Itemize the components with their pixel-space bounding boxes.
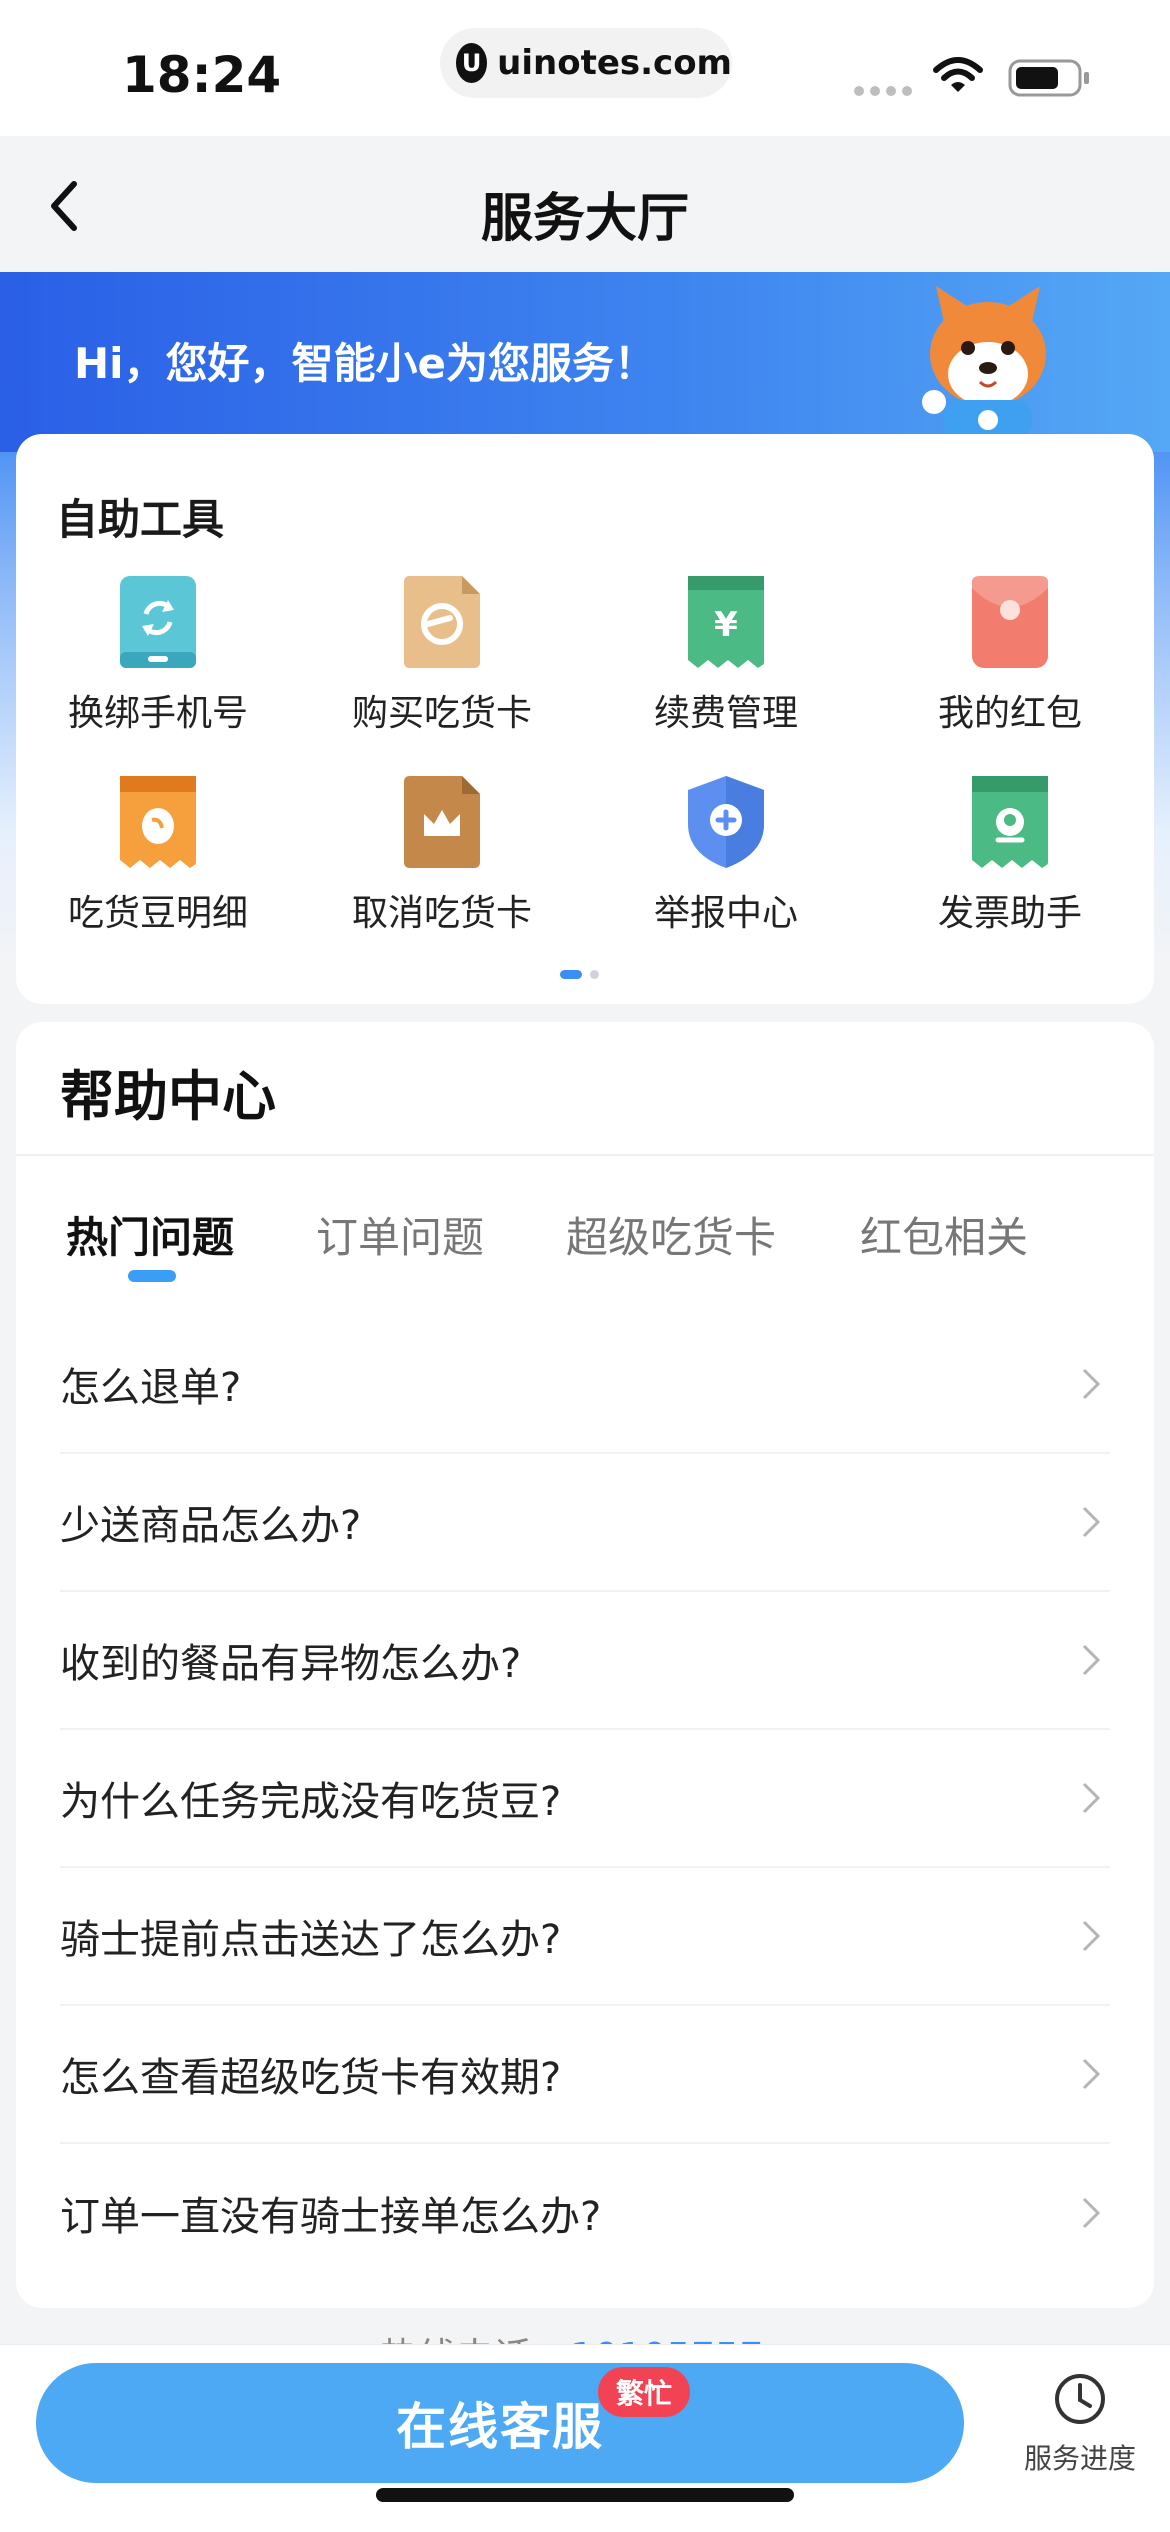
tool-cancel-card[interactable]: 取消吃货卡 [322,774,562,954]
tab-hot-questions[interactable]: 热门问题 [66,1204,234,1265]
battery-icon [1008,59,1089,97]
status-bar: 18:24 U uinotes.com [0,0,1170,136]
tab-super-card[interactable]: 超级吃货卡 [566,1204,776,1265]
tool-label: 购买吃货卡 [351,693,532,734]
cancel-card-icon [404,776,480,868]
tool-renewal[interactable]: ¥ 续费管理 [606,574,846,754]
faq-question: 订单一直没有骑士接单怎么办? [60,2194,602,2240]
self-service-card: 自助工具 换绑手机号 购买吃货卡 ¥ 续费管理 我的红包 吃货豆明细 取消吃货卡… [16,434,1154,1004]
service-progress-button[interactable]: 服务进度 [1010,2371,1150,2477]
busy-badge: 繁忙 [598,2367,691,2417]
help-center-card: 帮助中心 热门问题 订单问题 超级吃货卡 红包相关 怎么退单? 少送商品怎么办?… [16,1022,1154,2308]
tool-label: 发票助手 [937,893,1082,934]
faq-question: 收到的餐品有异物怎么办? [60,1641,522,1687]
tool-label: 换绑手机号 [67,693,248,734]
online-service-label: 在线客服 [396,2398,604,2456]
bean-detail-icon [120,776,196,870]
red-envelope-icon [972,576,1048,668]
tool-label: 吃货豆明细 [67,893,248,934]
help-title: 帮助中心 [60,1065,276,1128]
wifi-icon [933,57,983,92]
faq-item[interactable]: 怎么退单? [60,1316,1110,1454]
faq-question: 怎么退单? [60,1365,242,1411]
clock-icon [1055,2374,1105,2424]
phone-sync-icon [120,576,196,668]
tool-label: 续费管理 [653,693,798,734]
tool-label: 举报中心 [653,893,798,934]
faq-item[interactable]: 订单一直没有骑士接单怎么办? [60,2144,1110,2282]
hero-greeting: Hi，您好，智能小e为您服务！ [74,339,657,388]
faq-item[interactable]: 少送商品怎么办? [60,1454,1110,1592]
chevron-right-icon [1082,1782,1101,1814]
buy-card-icon [404,576,480,668]
tool-label: 我的红包 [937,693,1082,734]
faq-question: 怎么查看超级吃货卡有效期? [60,2055,562,2101]
chevron-right-icon [1082,1644,1101,1676]
cellular-signal-icon [854,86,912,96]
renewal-ticket-icon: ¥ [688,576,764,670]
faq-question: 少送商品怎么办? [60,1503,362,1549]
url-pill[interactable]: U uinotes.com [440,28,732,98]
bottom-bar: 在线客服 繁忙 服务进度 [0,2344,1170,2532]
online-service-button[interactable]: 在线客服 [36,2363,964,2483]
chevron-right-icon [1082,2058,1101,2090]
chevron-right-icon [1082,1920,1101,1952]
url-text: uinotes.com [497,43,732,83]
faq-question: 为什么任务完成没有吃货豆? [60,1779,562,1825]
tools-heading: 自助工具 [56,495,225,544]
report-shield-icon [688,776,764,868]
chevron-right-icon [1082,2197,1101,2229]
tool-buy-card[interactable]: 购买吃货卡 [322,574,562,754]
page-indicator [560,970,599,979]
faq-item[interactable]: 骑士提前点击送达了怎么办? [60,1868,1110,2006]
chevron-right-icon [1082,1368,1101,1400]
chevron-right-icon [1082,1506,1101,1538]
tab-order-questions[interactable]: 订单问题 [316,1204,484,1265]
tab-red-envelope[interactable]: 红包相关 [860,1204,1028,1265]
faq-item[interactable]: 为什么任务完成没有吃货豆? [60,1730,1110,1868]
tool-report-center[interactable]: 举报中心 [606,774,846,954]
divider [16,1154,1154,1156]
tool-label: 取消吃货卡 [351,893,532,934]
service-progress-label: 服务进度 [1023,2442,1136,2475]
home-indicator [376,2488,794,2502]
site-logo-icon: U [456,43,488,83]
tool-bean-detail[interactable]: 吃货豆明细 [38,774,278,954]
status-time: 18:24 [122,46,282,104]
faq-item[interactable]: 怎么查看超级吃货卡有效期? [60,2006,1110,2144]
mascot-shiba-icon [922,286,1046,438]
faq-question: 骑士提前点击送达了怎么办? [60,1917,562,1963]
tool-change-phone[interactable]: 换绑手机号 [38,574,278,754]
page-title: 服务大厅 [480,189,689,249]
invoice-icon [972,776,1048,870]
faq-item[interactable]: 收到的餐品有异物怎么办? [60,1592,1110,1730]
tool-my-red-envelope[interactable]: 我的红包 [890,574,1130,754]
active-tab-indicator [128,1270,176,1282]
tool-invoice-assistant[interactable]: 发票助手 [890,774,1130,954]
svg-text:¥: ¥ [714,605,738,645]
